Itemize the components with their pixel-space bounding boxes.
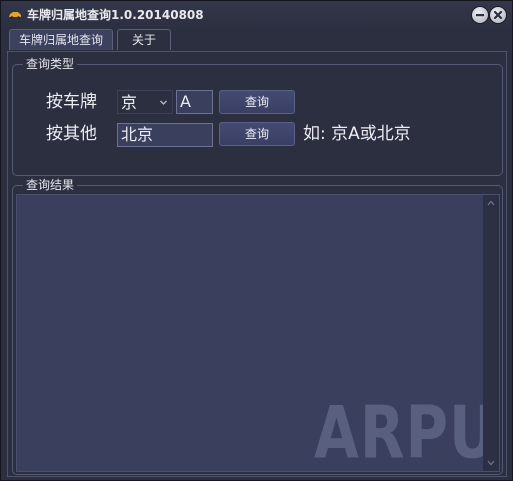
query-hint: 如: 京A或北京 — [303, 124, 411, 144]
query-result-title: 查询结果 — [23, 177, 78, 193]
query-plate-button[interactable]: 查询 — [219, 90, 295, 114]
plate-letter-input[interactable]: A — [176, 90, 213, 114]
province-value: 京 — [121, 93, 138, 112]
car-icon — [9, 12, 21, 19]
query-type-group: 查询类型 — [12, 56, 503, 176]
minimize-button[interactable] — [472, 7, 488, 23]
watermark-text: ARPUN — [314, 390, 499, 472]
by-other-label: 按其他 — [46, 124, 97, 144]
minimize-icon — [476, 14, 484, 17]
tab-plate-lookup[interactable]: 车牌归属地查询 — [9, 29, 113, 50]
close-icon — [493, 10, 503, 20]
scroll-up-icon[interactable] — [487, 200, 495, 206]
window-title: 车牌归属地查询1.0.20140808 — [27, 8, 204, 22]
by-plate-label: 按车牌 — [46, 92, 97, 112]
scroll-down-icon[interactable] — [487, 460, 495, 466]
query-other-button[interactable]: 查询 — [219, 122, 295, 146]
app-window: 车牌归属地查询1.0.20140808 车牌归属地查询 关于 查询类型 按车牌 … — [0, 0, 513, 481]
province-select[interactable]: 京 — [117, 90, 173, 114]
result-scrollbar[interactable] — [483, 195, 499, 471]
result-textarea[interactable]: ARPUN — [16, 194, 500, 472]
query-type-title: 查询类型 — [23, 56, 78, 72]
close-button[interactable] — [490, 7, 506, 23]
title-bar[interactable]: 车牌归属地查询1.0.20140808 — [1, 1, 512, 29]
other-query-input[interactable]: 北京 — [117, 123, 213, 147]
chevron-down-icon — [160, 100, 167, 105]
tab-about[interactable]: 关于 — [117, 29, 171, 50]
